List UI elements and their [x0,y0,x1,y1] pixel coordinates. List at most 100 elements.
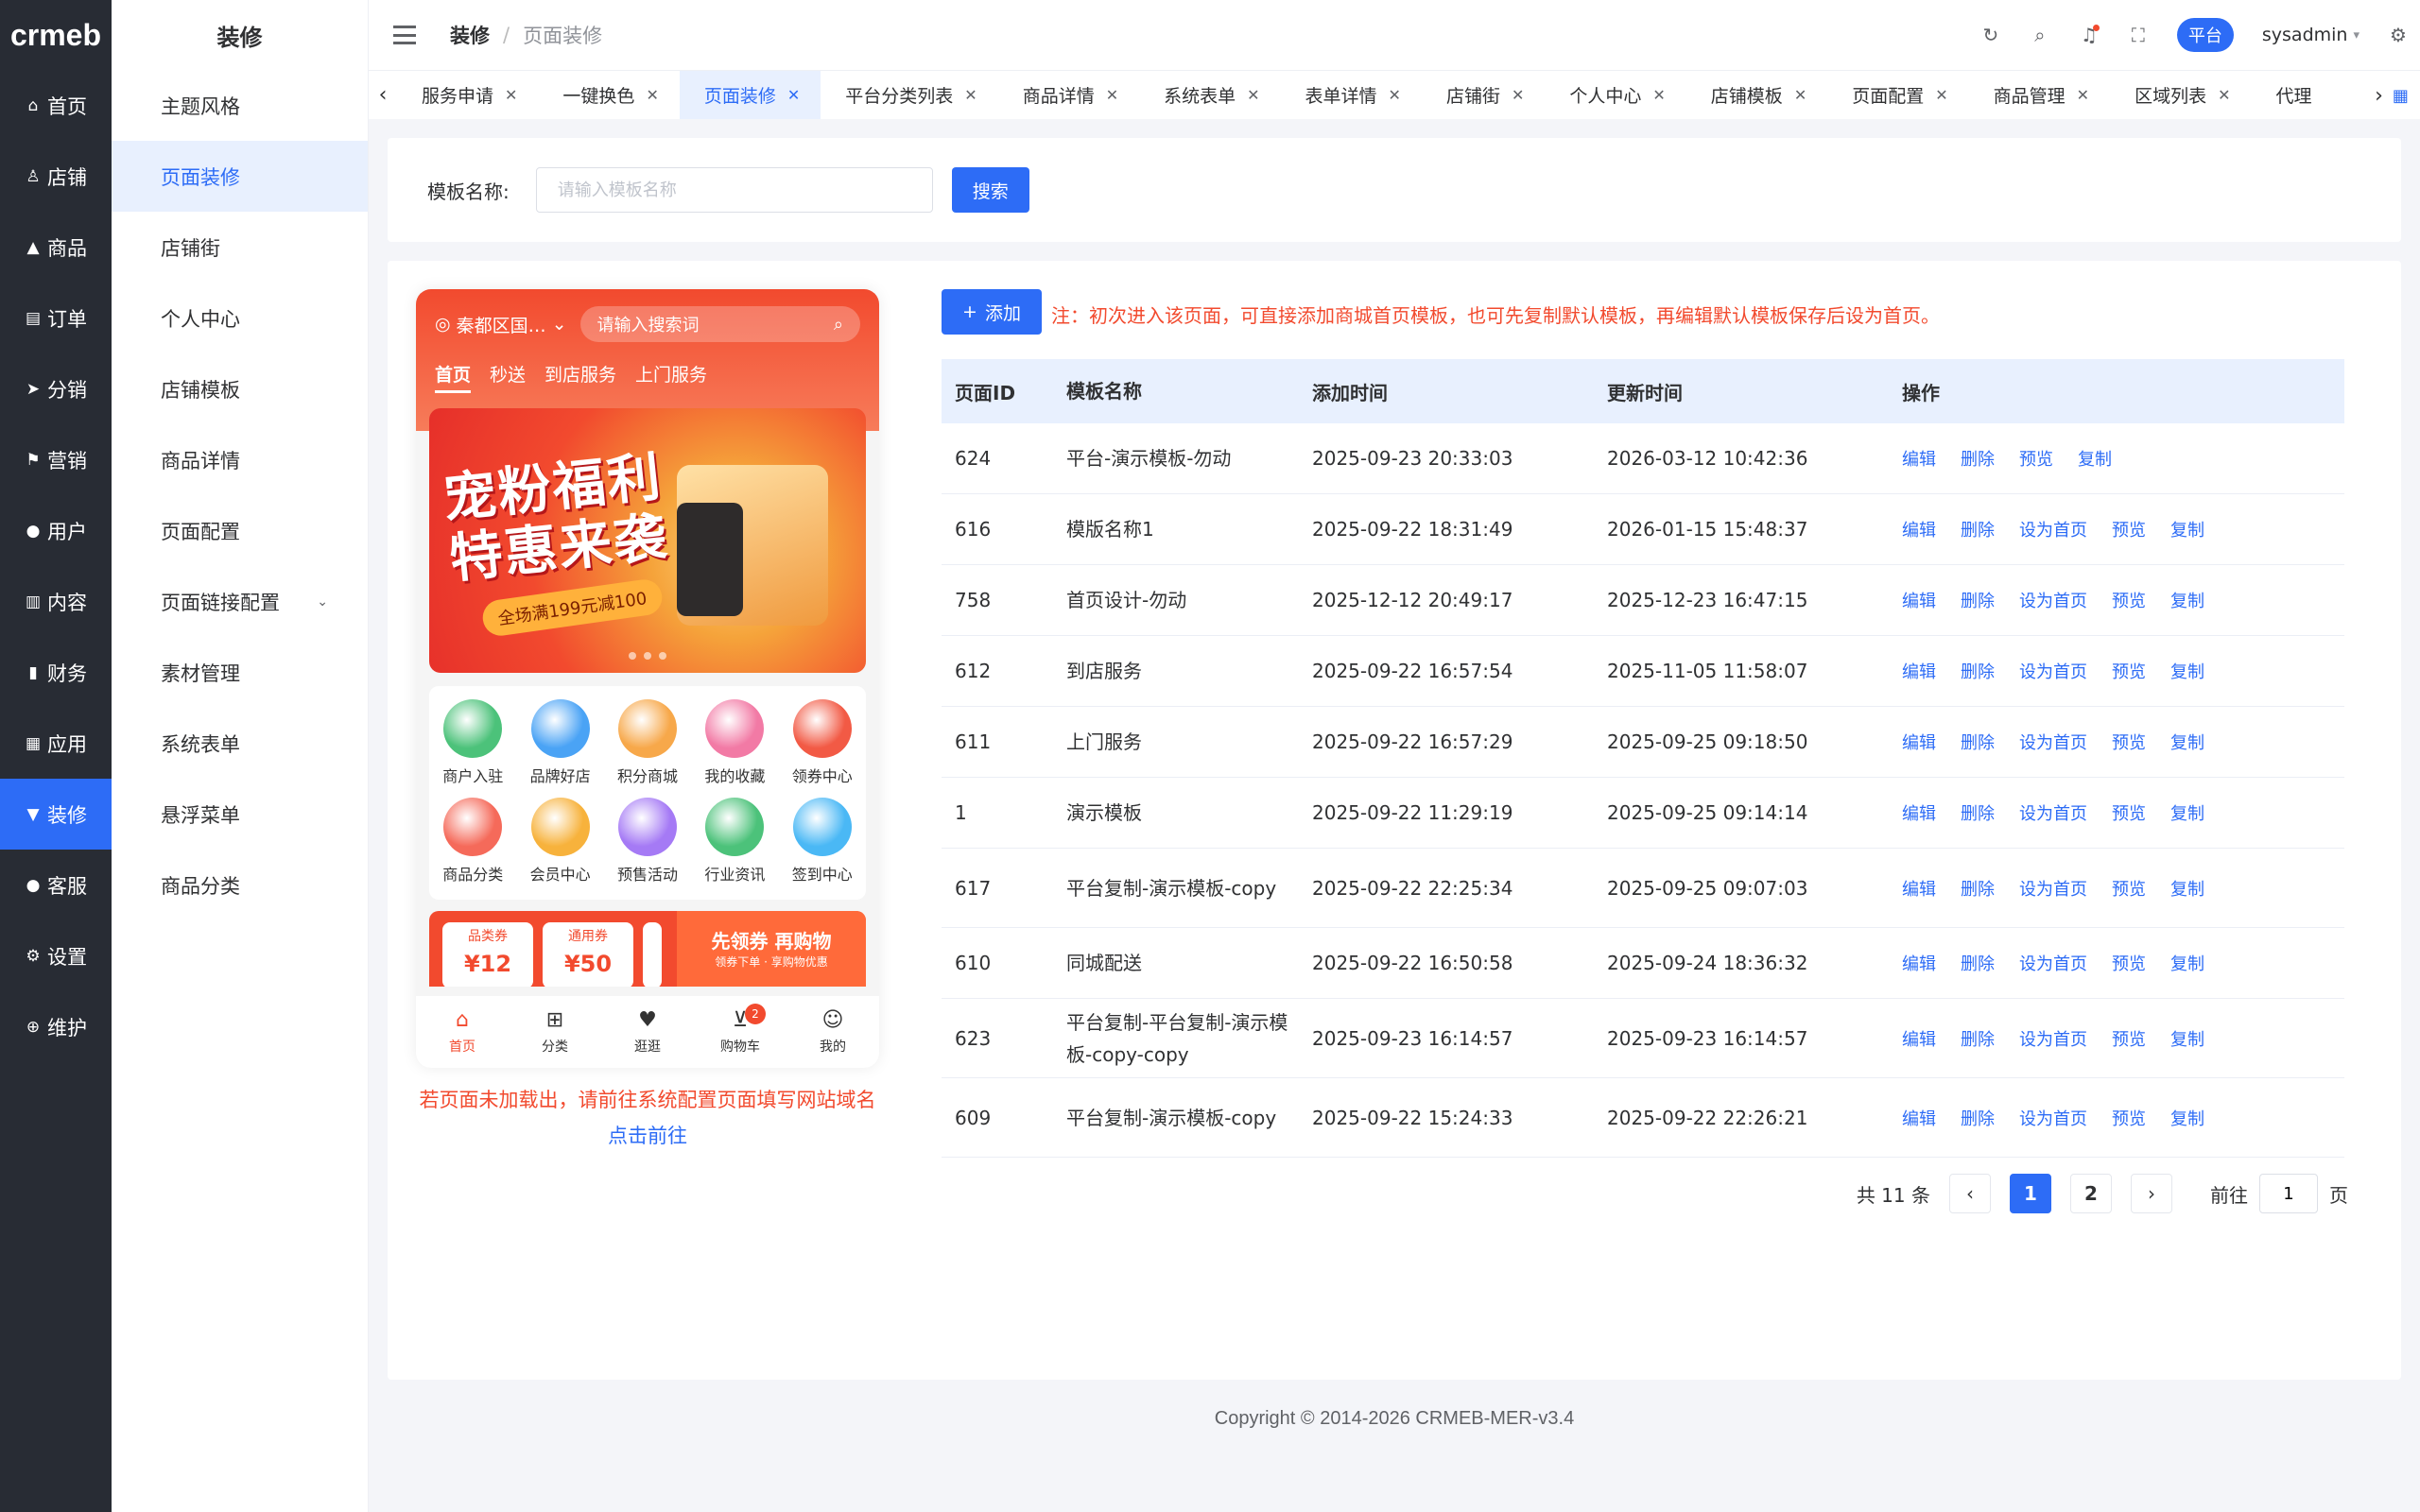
search-icon[interactable]: ⌕ [2030,24,2050,46]
sub-nav-item[interactable]: 页面链接配置 ⌄ [112,566,368,637]
tab[interactable]: 服务申请 ✕ [397,71,538,119]
tabs-menu-icon[interactable]: ▦ [2393,86,2409,106]
tab[interactable]: 店铺街 ✕ [1422,71,1545,119]
quick-entry[interactable]: 行业资讯 [691,798,778,886]
action-link[interactable]: 设为首页 [2019,659,2087,683]
action-link[interactable]: 预览 [2112,588,2146,612]
search-button[interactable]: 搜索 [951,167,1029,213]
action-link[interactable]: 设为首页 [2019,588,2087,612]
tab[interactable]: 表单详情 ✕ [1281,71,1422,119]
action-link[interactable]: 删除 [1961,517,1995,541]
sub-nav-item[interactable]: 页面配置 [112,495,368,566]
action-link[interactable]: 删除 [1961,876,1995,901]
phone-tab[interactable]: ☺ 我的 [786,996,879,1068]
fullscreen-icon[interactable]: ⛶ [2128,24,2149,46]
action-link[interactable]: 复制 [2170,517,2204,541]
action-link[interactable]: 编辑 [1902,588,1936,612]
action-link[interactable]: 编辑 [1902,517,1936,541]
action-link[interactable]: 预览 [2112,730,2146,754]
tab[interactable]: 店铺模板 ✕ [1686,71,1827,119]
nav-item[interactable]: ▥ 内容 [0,566,112,637]
next-page-button[interactable]: › [2131,1174,2172,1213]
quick-entry[interactable]: 领券中心 [779,699,866,788]
action-link[interactable]: 复制 [2170,800,2204,825]
user-menu[interactable]: sysadmin ▾ [2262,25,2360,45]
tab[interactable]: 系统表单 ✕ [1139,71,1280,119]
action-link[interactable]: 设为首页 [2019,876,2087,901]
action-link[interactable]: 编辑 [1902,951,1936,975]
sub-nav-item[interactable]: 页面装修 [112,141,368,212]
phone-nav-item[interactable]: 秒送 [490,361,526,393]
coupon-section[interactable]: 品类券 ¥12 通用券 ¥50 先领券 再购物 领券下单 · 享购物优惠 [429,911,866,987]
phone-search-bar[interactable]: 请输入搜索词 ⌕ [579,306,860,342]
sub-nav-item[interactable]: 店铺模板 [112,353,368,424]
nav-item[interactable]: ➤ 分销 [0,353,112,424]
phone-tab[interactable]: ⊞ 分类 [509,996,601,1068]
action-link[interactable]: 预览 [2112,659,2146,683]
action-link[interactable]: 预览 [2112,951,2146,975]
close-icon[interactable]: ✕ [2077,86,2089,104]
phone-nav-item[interactable]: 上门服务 [635,361,707,393]
template-name-input[interactable] [535,167,933,213]
action-link[interactable]: 删除 [1961,659,1995,683]
action-link[interactable]: 编辑 [1902,800,1936,825]
quick-entry[interactable]: 预售活动 [604,798,691,886]
tab[interactable]: 平台分类列表 ✕ [821,71,997,119]
quick-entry[interactable]: 商品分类 [429,798,516,886]
bell-icon[interactable]: ♫ [2079,24,2100,46]
close-icon[interactable]: ✕ [1935,86,1947,104]
close-icon[interactable]: ✕ [505,86,517,104]
tab[interactable]: 一键换色 ✕ [538,71,679,119]
sub-nav-item[interactable]: 系统表单 [112,708,368,779]
tab[interactable]: 商品详情 ✕ [998,71,1139,119]
action-link[interactable]: 预览 [2112,517,2146,541]
nav-item[interactable]: ▼ 装修 [0,779,112,850]
phone-tab[interactable]: ⊻ 购物车 2 [694,996,786,1068]
action-link[interactable]: 预览 [2112,1106,2146,1130]
tab[interactable]: 代理 [2251,71,2332,119]
add-template-button[interactable]: + 添加 [942,289,1042,335]
page-jump-input[interactable] [2259,1174,2318,1213]
action-link[interactable]: 预览 [2019,446,2053,471]
action-link[interactable]: 删除 [1961,446,1995,471]
tabs-scroll-left-icon[interactable]: ‹ [369,83,397,107]
action-link[interactable]: 删除 [1961,1106,1995,1130]
action-link[interactable]: 预览 [2112,800,2146,825]
action-link[interactable]: 设为首页 [2019,730,2087,754]
action-link[interactable]: 删除 [1961,730,1995,754]
action-link[interactable]: 删除 [1961,1026,1995,1051]
sub-nav-item[interactable]: 店铺街 [112,212,368,283]
phone-tab[interactable]: ♥ 逛逛 [601,996,694,1068]
page-button[interactable]: 1 [2010,1174,2051,1213]
quick-entry[interactable]: 会员中心 [516,798,603,886]
action-link[interactable]: 预览 [2112,1026,2146,1051]
action-link[interactable]: 编辑 [1902,1106,1936,1130]
action-link[interactable]: 编辑 [1902,1026,1936,1051]
nav-item[interactable]: ♙ 店铺 [0,141,112,212]
tab[interactable]: 商品管理 ✕ [1969,71,2110,119]
action-link[interactable]: 复制 [2170,1106,2204,1130]
sub-nav-item[interactable]: 商品详情 [112,424,368,495]
menu-toggle-icon[interactable] [393,26,416,44]
action-link[interactable]: 复制 [2078,446,2112,471]
close-icon[interactable]: ✕ [1389,86,1401,104]
action-link[interactable]: 删除 [1961,800,1995,825]
close-icon[interactable]: ✕ [964,86,977,104]
close-icon[interactable]: ✕ [1512,86,1524,104]
action-link[interactable]: 复制 [2170,876,2204,901]
action-link[interactable]: 设为首页 [2019,1026,2087,1051]
quick-entry[interactable]: 我的收藏 [691,699,778,788]
tab[interactable]: 页面装修 ✕ [679,71,821,119]
quick-entry[interactable]: 签到中心 [779,798,866,886]
action-link[interactable]: 设为首页 [2019,951,2087,975]
nav-item[interactable]: ⚙ 设置 [0,920,112,991]
nav-item[interactable]: ● 用户 [0,495,112,566]
action-link[interactable]: 复制 [2170,588,2204,612]
action-link[interactable]: 编辑 [1902,876,1936,901]
promo-banner[interactable]: 宠粉福利 特惠来袭 全场满199元减100 [429,408,866,673]
action-link[interactable]: 预览 [2112,876,2146,901]
tabs-scroll-right-icon[interactable]: › [2375,84,2383,108]
close-icon[interactable]: ✕ [1652,86,1665,104]
tab[interactable]: 区域列表 ✕ [2110,71,2251,119]
page-button[interactable]: 2 [2070,1174,2112,1213]
